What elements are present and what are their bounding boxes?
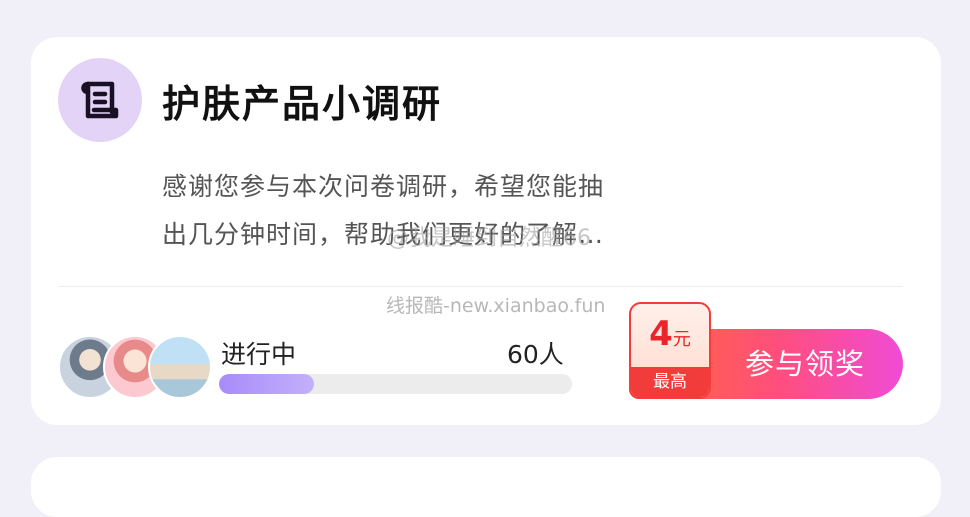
reward-badge: 4元 最高 [629,302,711,399]
join-reward-label: 参与领奖 [744,347,865,381]
divider [58,286,903,287]
progress-fill [219,374,315,394]
reward-amount: 4元 [631,314,709,354]
site-watermark: 线报酷-new.xianbao.fun [386,295,606,317]
survey-icon-container [58,58,142,142]
participant-avatars [58,335,218,399]
avatar [148,335,212,399]
status-text: 进行中 [221,340,297,369]
survey-title: 护肤产品小调研 [162,82,443,126]
progress-bar [219,374,572,394]
scroll-document-icon [81,81,119,119]
reward-amount-unit: 元 [672,329,691,350]
join-reward-button[interactable]: 4元 最高 参与领奖 [629,302,903,399]
next-survey-card[interactable] [31,457,941,517]
survey-card[interactable]: 护肤产品小调研 感谢您参与本次问卷调研，希望您能抽 出几分钟时间，帮助我们更好的… [31,37,941,425]
reward-max-label: 最高 [631,367,709,397]
participant-count: 60人 [507,340,564,369]
weibo-watermark: @我是睡到自然醒66 [387,226,591,251]
reward-amount-number: 4 [649,314,673,354]
description-line-1: 感谢您参与本次问卷调研，希望您能抽 [162,172,605,201]
